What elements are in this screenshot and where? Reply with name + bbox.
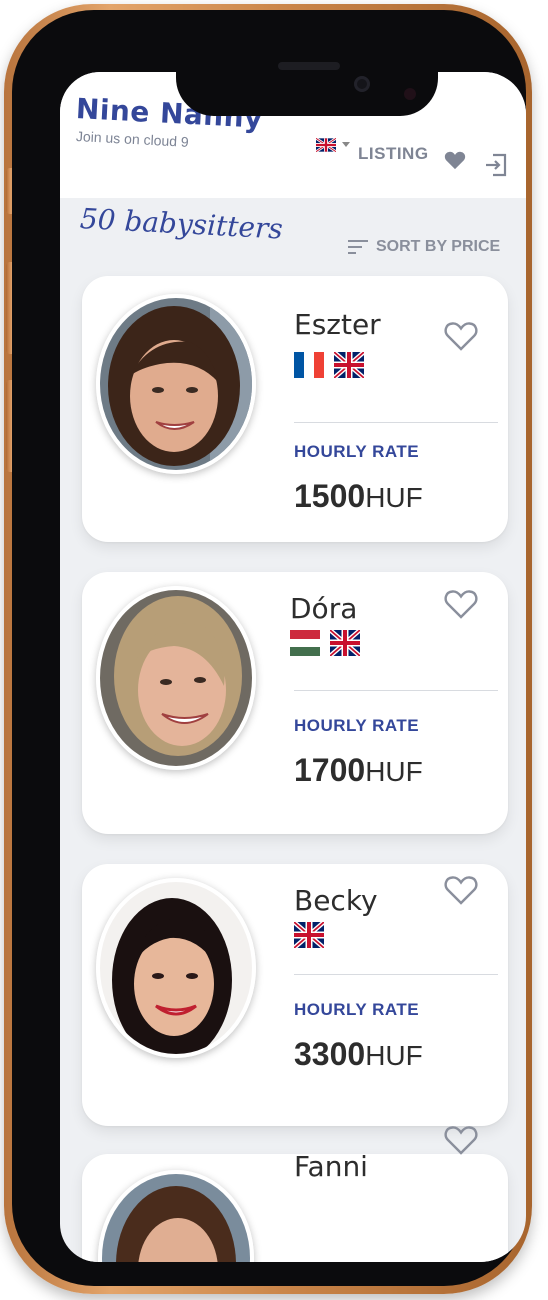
babysitter-name: Dóra <box>290 592 358 625</box>
hourly-rate-value: 1700HUF <box>294 752 423 789</box>
logout-icon[interactable] <box>484 152 508 178</box>
app-tagline: Join us on cloud 9 <box>75 128 190 150</box>
hu-flag-icon <box>290 630 320 656</box>
babysitter-name: Becky <box>294 884 378 917</box>
babysitter-name: Eszter <box>294 308 381 341</box>
rate-currency: HUF <box>365 756 423 787</box>
sort-label: SORT BY PRICE <box>376 238 501 255</box>
speaker <box>278 62 340 70</box>
divider <box>294 690 498 691</box>
language-flags <box>294 922 324 948</box>
heart-icon[interactable] <box>444 874 478 906</box>
divider <box>294 974 498 975</box>
babysitter-card[interactable]: Fanni <box>82 1126 508 1262</box>
uk-flag-icon <box>294 922 324 948</box>
uk-flag-icon[interactable] <box>316 138 336 152</box>
rate-currency: HUF <box>365 1040 423 1071</box>
hourly-rate-value: 1500HUF <box>294 478 423 515</box>
uk-flag-icon <box>334 352 364 378</box>
avatar <box>98 1170 254 1262</box>
hourly-rate-label: HOURLY RATE <box>294 716 420 735</box>
heart-icon[interactable] <box>444 1124 478 1156</box>
chevron-down-icon[interactable] <box>342 142 350 147</box>
rate-amount: 3300 <box>294 1036 366 1072</box>
results-count-title: 50 babysitters <box>79 202 284 246</box>
sort-by-price-button[interactable]: SORT BY PRICE <box>348 238 500 256</box>
language-flags <box>290 630 360 656</box>
avatar <box>96 878 256 1058</box>
avatar <box>96 586 256 770</box>
babysitter-name: Fanni <box>294 1150 368 1183</box>
divider <box>294 422 498 423</box>
sort-icon <box>348 240 368 254</box>
rate-amount: 1500 <box>294 478 366 514</box>
heart-icon[interactable] <box>444 320 478 352</box>
babysitter-card[interactable]: Eszter HOURLY RATE 1500HUF <box>82 276 508 542</box>
hourly-rate-label: HOURLY RATE <box>294 442 420 461</box>
front-camera <box>354 76 370 92</box>
heart-icon[interactable] <box>444 588 478 620</box>
uk-flag-icon <box>330 630 360 656</box>
app-screen: Nine Nanny Join us on cloud 9 LISTING 50… <box>60 72 526 1262</box>
notch <box>176 46 438 116</box>
babysitter-card[interactable]: Becky HOURLY RATE 3300HUF <box>82 864 508 1126</box>
hourly-rate-value: 3300HUF <box>294 1036 423 1073</box>
fr-flag-icon <box>294 352 324 378</box>
favorites-heart-icon[interactable] <box>444 150 466 170</box>
sensor <box>404 88 416 100</box>
listing-link[interactable]: LISTING <box>358 144 429 164</box>
language-flags <box>294 352 364 378</box>
avatar <box>96 294 256 474</box>
rate-amount: 1700 <box>294 752 366 788</box>
rate-currency: HUF <box>365 482 423 513</box>
hourly-rate-label: HOURLY RATE <box>294 1000 420 1019</box>
babysitter-card[interactable]: Dóra HOURLY RATE 1700HUF <box>82 572 508 834</box>
